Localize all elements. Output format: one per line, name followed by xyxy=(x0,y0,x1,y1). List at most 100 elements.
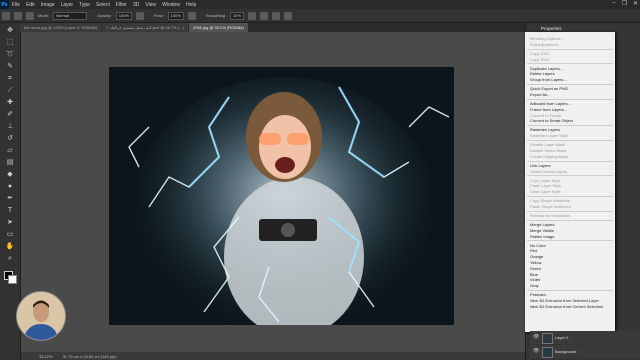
menu-item[interactable]: Link Layers xyxy=(530,163,550,168)
menu-item[interactable]: Green xyxy=(530,266,541,271)
menu-item[interactable]: Convert to Smart Object xyxy=(530,118,573,123)
close-icon[interactable]: ✕ xyxy=(633,0,638,7)
hand-icon[interactable]: ✋ xyxy=(5,243,15,251)
menu-file[interactable]: File xyxy=(9,2,23,8)
healing-icon[interactable]: ✚ xyxy=(5,99,15,107)
visibility-eye-icon[interactable]: 👁 xyxy=(533,348,539,354)
menu-item[interactable]: Rasterize Layers xyxy=(530,127,560,132)
layer-row-layer0[interactable]: 👁 Layer 0 xyxy=(530,331,640,344)
tab-4766[interactable]: 4766.jpg @ 33.2% (RGB/8#) xyxy=(188,23,248,32)
eyedropper-icon[interactable]: ⟋ xyxy=(5,87,15,95)
blur-icon[interactable]: ◆ xyxy=(5,171,15,179)
flow-field[interactable]: 100% xyxy=(167,11,184,20)
menu-3d[interactable]: 3D xyxy=(130,2,142,8)
gradient-icon[interactable]: ▤ xyxy=(5,159,15,167)
shape-icon[interactable]: ▭ xyxy=(5,231,15,239)
pen-icon[interactable]: ✒ xyxy=(5,195,15,203)
move-icon[interactable]: ✥ xyxy=(5,27,15,35)
layer-thumbnail xyxy=(542,347,553,358)
menu-item[interactable]: Violet xyxy=(530,277,540,282)
menu-item[interactable]: Gray xyxy=(530,283,539,288)
menu-item[interactable]: Orange xyxy=(530,254,543,259)
document-size: 31.75 cm x 23.81 cm (180 ppi) xyxy=(62,353,117,359)
menu-edit[interactable]: Edit xyxy=(23,2,38,8)
restore-icon[interactable]: ❐ xyxy=(622,0,627,7)
menu-item[interactable]: Flatten Image xyxy=(530,234,554,239)
menu-item[interactable]: Group from Layers... xyxy=(530,77,567,82)
angle-icon[interactable] xyxy=(260,11,269,20)
mode-select[interactable]: Normal xyxy=(53,11,88,20)
menu-separator xyxy=(527,63,613,65)
zoom-level[interactable]: 33.22% xyxy=(39,354,53,359)
menu-separator xyxy=(527,98,613,100)
menu-filter[interactable]: Filter xyxy=(113,2,130,8)
lasso-icon[interactable]: ➰ xyxy=(5,51,15,59)
dodge-icon[interactable]: ● xyxy=(5,183,15,191)
properties-panel-title[interactable]: Properties xyxy=(541,26,562,31)
opacity-field[interactable]: 100% xyxy=(115,11,133,20)
window-controls: – ❐ ✕ xyxy=(612,0,638,7)
menu-layer[interactable]: Layer xyxy=(58,2,77,8)
menu-view[interactable]: View xyxy=(142,2,159,8)
brush-icon[interactable]: ✐ xyxy=(5,111,15,119)
menu-help[interactable]: Help xyxy=(183,2,199,8)
home-icon[interactable] xyxy=(2,11,10,20)
background-color-swatch[interactable] xyxy=(8,275,17,284)
menu-item: Disable Vector Mask xyxy=(530,148,567,153)
menu-separator xyxy=(527,48,613,50)
menu-item[interactable]: Postcard xyxy=(530,292,546,297)
menu-item: Create Clipping Mask xyxy=(530,153,569,159)
brush-preset-icon[interactable] xyxy=(14,11,22,20)
tab-arabic-psd[interactable]: 7-كيف تعمل تصميم جرافيك.psd @ 66.7% (...… xyxy=(101,23,188,32)
zoom-icon[interactable]: ⌕ xyxy=(5,255,15,263)
path-select-icon[interactable]: ➤ xyxy=(5,219,15,227)
menu-item: Blending Options... xyxy=(530,36,564,41)
menu-item: Copy Shape Attributes xyxy=(530,198,570,204)
tab-the-result[interactable]: the result.jpg @ 125% (Layer 0, RGB/8#) xyxy=(20,23,101,32)
menu-item[interactable]: Yellow xyxy=(530,260,541,265)
airbrush-icon[interactable] xyxy=(187,11,196,20)
document-image[interactable] xyxy=(109,67,454,325)
menu-item[interactable]: Quick Export as PNG xyxy=(530,86,568,91)
eraser-icon[interactable]: ▱ xyxy=(5,147,15,155)
menu-item[interactable]: Duplicate Layers... xyxy=(530,66,563,71)
menu-separator xyxy=(527,290,613,291)
status-bar: 33.22% 31.75 cm x 23.81 cm (180 ppi) xyxy=(21,352,525,360)
layer-row-background[interactable]: 👁 Background xyxy=(530,345,640,358)
menu-item[interactable]: No Color xyxy=(530,243,546,248)
marquee-icon[interactable]: ⬚ xyxy=(5,39,15,47)
minimize-icon[interactable]: – xyxy=(612,0,615,7)
history-brush-icon[interactable]: ↺ xyxy=(5,135,15,143)
menu-item[interactable]: Red xyxy=(530,248,537,253)
menu-separator xyxy=(527,219,613,221)
smoothing-field[interactable]: 10% xyxy=(230,11,245,20)
menu-item: Copy Layer Style xyxy=(530,177,561,183)
canvas-area[interactable] xyxy=(21,32,525,352)
menu-type[interactable]: Type xyxy=(76,2,93,8)
stamp-icon[interactable]: ⊥ xyxy=(5,123,15,131)
visibility-eye-icon[interactable]: 👁 xyxy=(533,334,539,340)
menu-item[interactable]: Frame from Layers... xyxy=(530,107,567,112)
symmetry-icon[interactable] xyxy=(284,11,293,20)
menu-item[interactable]: Merge Layers xyxy=(530,222,554,227)
pressure-opacity-icon[interactable] xyxy=(136,11,145,20)
menu-item[interactable]: Delete Layers xyxy=(530,71,555,76)
lightning-portrait-artwork xyxy=(109,67,454,325)
menu-item[interactable]: New 3D Extrusion from Current Selection xyxy=(530,304,603,309)
quick-select-icon[interactable]: ✎ xyxy=(5,63,15,71)
type-icon[interactable]: T xyxy=(5,207,15,215)
menu-select[interactable]: Select xyxy=(93,2,113,8)
menu-image[interactable]: Image xyxy=(38,2,58,8)
menu-separator xyxy=(527,196,613,197)
menu-item[interactable]: Merge Visible xyxy=(530,228,554,233)
menu-item[interactable]: Artboard from Layers... xyxy=(530,101,571,106)
menu-item[interactable]: New 3D Extrusion from Selected Layer xyxy=(530,298,599,303)
menu-item[interactable]: Blue xyxy=(530,272,538,277)
crop-icon[interactable]: ⌗ xyxy=(5,75,15,83)
menu-window[interactable]: Window xyxy=(159,2,183,8)
pressure-size-icon[interactable] xyxy=(272,11,281,20)
brush-settings-icon[interactable] xyxy=(26,11,34,20)
smoothing-gear-icon[interactable] xyxy=(248,11,257,20)
smoothing-label: Smoothing: xyxy=(205,13,227,18)
menu-item[interactable]: Export As... xyxy=(530,92,550,97)
